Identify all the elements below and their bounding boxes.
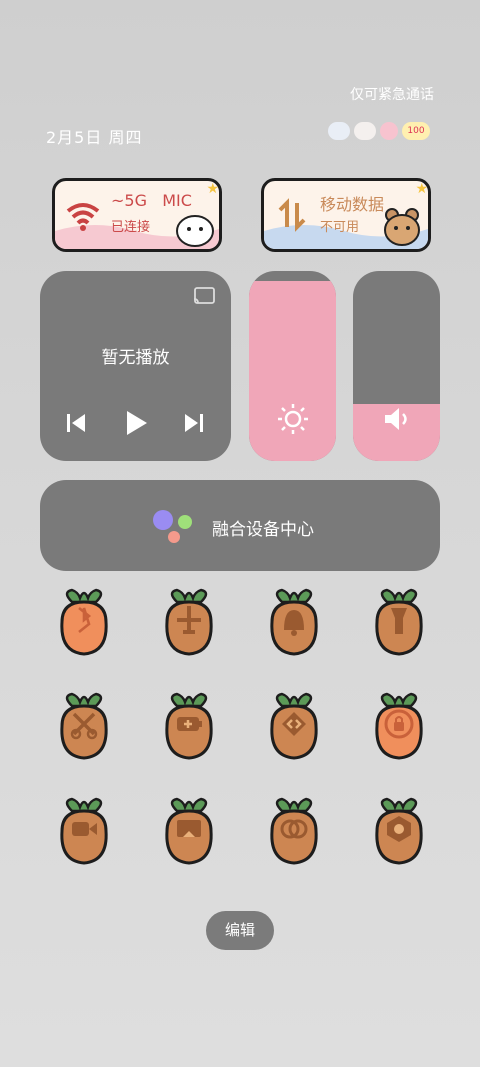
toggle-flashlight[interactable] (367, 588, 431, 660)
mobile-data-title: 移动数据 (320, 195, 385, 214)
brightness-slider[interactable] (249, 271, 336, 461)
volume-slider[interactable] (353, 271, 440, 461)
battery-icon: 100 (402, 122, 430, 140)
media-player-panel[interactable]: 暂无播放 (40, 271, 231, 461)
brightness-icon (277, 404, 308, 434)
edit-button[interactable]: 编辑 (206, 911, 274, 950)
toggle-airplane[interactable] (157, 588, 221, 660)
fusion-device-icon (153, 510, 192, 543)
wifi-icon (66, 203, 100, 231)
toggle-screen-record[interactable] (52, 797, 116, 869)
status-icons: 100 (328, 122, 430, 140)
toggle-screenshot[interactable] (52, 692, 116, 764)
fusion-device-center-button[interactable]: 融合设备中心 (40, 480, 440, 571)
now-playing-label: 暂无播放 (101, 348, 170, 368)
toggle-nearby-share[interactable] (262, 692, 326, 764)
star-icon: ★ (206, 181, 219, 197)
fusion-device-label: 融合设备中心 (212, 520, 314, 540)
cast-icon[interactable] (193, 287, 215, 305)
toggle-camera[interactable] (367, 797, 431, 869)
cloud-icon (354, 122, 376, 140)
flower-icon (380, 122, 398, 140)
bear-sticker-icon (384, 208, 420, 246)
play-icon[interactable] (124, 409, 148, 437)
screen-cast-icon (177, 820, 201, 837)
star-icon: ★ (415, 181, 428, 197)
toggle-bluetooth[interactable] (52, 588, 116, 660)
toggle-bell[interactable] (262, 588, 326, 660)
toggle-battery-saver[interactable] (157, 692, 221, 764)
next-icon[interactable] (182, 409, 206, 437)
battery-saver-icon (177, 717, 202, 731)
mobile-data-status: 不可用 (320, 220, 360, 235)
emergency-call-status: 仅可紧急通话 (350, 87, 434, 103)
toggle-rotation-lock[interactable] (367, 692, 431, 764)
cloud-icon (328, 122, 350, 140)
wifi-status: 已连接 (111, 220, 151, 235)
wifi-name: ~5G (111, 191, 147, 210)
data-arrows-icon (278, 198, 306, 232)
cat-sticker-icon (176, 215, 214, 247)
toggle-screen-cast[interactable] (157, 797, 221, 869)
volume-icon (384, 408, 407, 430)
mobile-data-card[interactable]: 移动数据 不可用 ★ (261, 178, 431, 252)
toggle-cloud-share[interactable] (262, 797, 326, 869)
wifi-card[interactable]: ~5G MIC 已连接 ★ (52, 178, 222, 252)
previous-icon[interactable] (64, 409, 88, 437)
date-label: 2月5日 周四 (46, 128, 143, 147)
